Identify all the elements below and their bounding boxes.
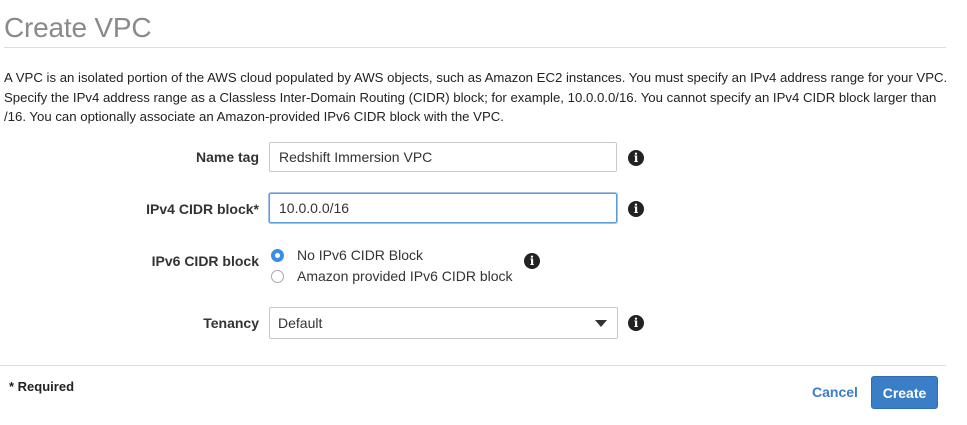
tenancy-info-icon[interactable]: i	[628, 315, 644, 331]
ipv4-cidr-label: IPv4 CIDR block*	[146, 201, 259, 217]
vpc-description: A VPC is an isolated portion of the AWS …	[4, 70, 948, 124]
create-button[interactable]: Create	[871, 376, 938, 409]
ipv6-cidr-label: IPv6 CIDR block	[151, 253, 259, 269]
page-title: Create VPC	[4, 12, 152, 43]
name-tag-input[interactable]	[269, 142, 617, 172]
title-divider	[4, 47, 946, 48]
ipv6-option-amazon[interactable]: Amazon provided IPv6 CIDR block	[271, 268, 513, 284]
chevron-down-icon	[595, 320, 607, 327]
required-note: * Required	[9, 379, 75, 394]
radio-button-selected[interactable]	[271, 248, 284, 262]
tenancy-selected-value: Default	[278, 315, 323, 331]
radio-label: No IPv6 CIDR Block	[297, 247, 424, 263]
tenancy-select[interactable]: Default	[269, 307, 618, 339]
radio-button[interactable]	[271, 269, 284, 283]
tenancy-label: Tenancy	[203, 315, 259, 331]
cancel-button[interactable]: Cancel	[812, 384, 858, 400]
ipv6-option-none[interactable]: No IPv6 CIDR Block	[271, 247, 423, 263]
name-tag-info-icon[interactable]: i	[628, 150, 644, 166]
ipv4-cidr-info-icon[interactable]: i	[628, 201, 644, 217]
ipv6-cidr-info-icon[interactable]: i	[524, 253, 540, 269]
radio-label: Amazon provided IPv6 CIDR block	[297, 268, 513, 284]
footer-divider	[0, 365, 946, 366]
name-tag-label: Name tag	[195, 149, 259, 165]
ipv4-cidr-input[interactable]	[269, 193, 617, 223]
